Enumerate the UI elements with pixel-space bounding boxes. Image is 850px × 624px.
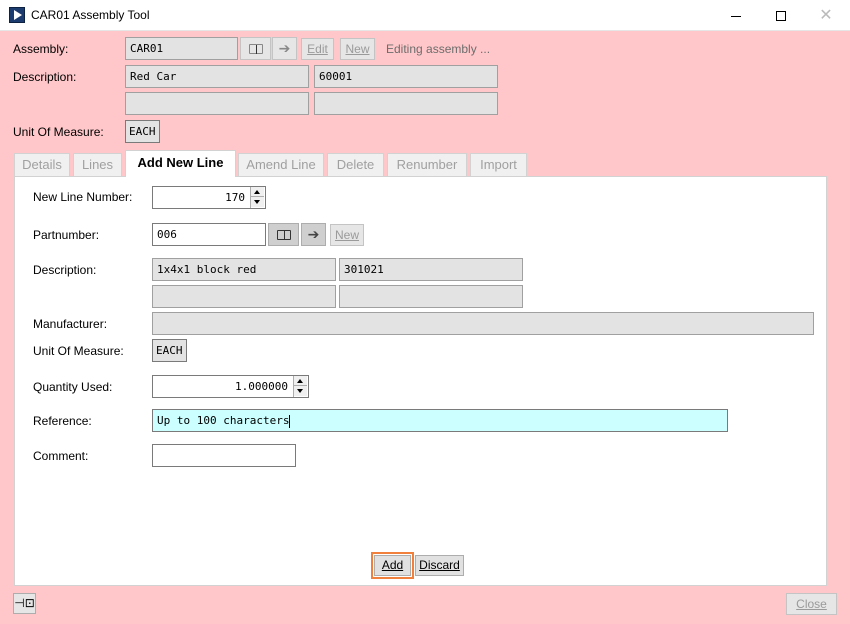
comment-label: Comment: (33, 449, 89, 463)
arrow-right-icon: ➔ (278, 40, 291, 56)
part-description-field-1[interactable]: 1x4x1 block red (152, 258, 336, 281)
title-bar: CAR01 Assembly Tool ✕ (0, 0, 850, 31)
line-number-label: New Line Number: (33, 190, 133, 204)
spin-up-icon[interactable] (251, 187, 264, 197)
quantity-input[interactable]: 1.000000 (152, 375, 309, 398)
book-icon (276, 229, 291, 240)
book-icon (248, 43, 263, 54)
comment-input[interactable] (152, 444, 296, 467)
tab-amend-line[interactable]: Amend Line (238, 153, 324, 176)
edit-assembly-button[interactable]: Edit (301, 38, 334, 60)
close-window-button[interactable]: ✕ (803, 0, 849, 31)
quantity-label: Quantity Used: (33, 380, 113, 394)
spin-up-icon[interactable] (294, 376, 307, 386)
line-number-spinner[interactable] (250, 187, 264, 208)
assembly-field[interactable]: CAR01 (125, 37, 238, 60)
tab-details[interactable]: Details (14, 153, 70, 176)
app-icon (9, 7, 25, 23)
description-field-1[interactable]: Red Car (125, 65, 309, 88)
discard-button[interactable]: Discard (415, 555, 464, 576)
close-icon: ✕ (819, 7, 833, 24)
tab-delete[interactable]: Delete (327, 153, 384, 176)
close-button[interactable]: Close (786, 593, 837, 615)
description-field-2[interactable]: 60001 (314, 65, 498, 88)
pin-icon: ⊣⊡ (14, 596, 35, 610)
part-description-field-2[interactable]: 301021 (339, 258, 523, 281)
assembly-go-button[interactable]: ➔ (272, 37, 297, 60)
assembly-lookup-button[interactable] (240, 37, 271, 60)
manufacturer-field[interactable] (152, 312, 814, 335)
reference-input[interactable]: Up to 100 characters (152, 409, 728, 432)
maximize-icon (776, 11, 786, 22)
text-caret (289, 414, 291, 428)
spin-down-icon[interactable] (251, 197, 264, 207)
tab-lines[interactable]: Lines (73, 153, 122, 176)
status-text: Editing assembly ... (386, 42, 491, 56)
spin-down-icon[interactable] (294, 386, 307, 396)
line-number-input[interactable]: 170 (152, 186, 266, 209)
part-uom-label: Unit Of Measure: (33, 344, 124, 358)
quantity-spinner[interactable] (293, 376, 307, 397)
part-uom-value: EACH (152, 339, 187, 362)
description-field-4[interactable] (314, 92, 498, 115)
reference-label: Reference: (33, 414, 92, 428)
assembly-label: Assembly: (13, 42, 69, 56)
tab-renumber[interactable]: Renumber (387, 153, 467, 176)
part-description-field-4[interactable] (339, 285, 523, 308)
new-part-button[interactable]: New (330, 224, 364, 246)
minimize-icon (731, 15, 741, 17)
tab-add-new-line[interactable]: Add New Line (125, 150, 236, 177)
part-description-field-3[interactable] (152, 285, 336, 308)
maximize-button[interactable] (758, 0, 804, 31)
window-title: CAR01 Assembly Tool (31, 8, 150, 22)
partnumber-label: Partnumber: (33, 228, 100, 242)
pin-button[interactable]: ⊣⊡ (13, 593, 36, 614)
description-field-3[interactable] (125, 92, 309, 115)
add-button[interactable]: Add (374, 555, 411, 576)
uom-value: EACH (125, 120, 160, 143)
partnumber-go-button[interactable]: ➔ (301, 223, 326, 246)
uom-label: Unit Of Measure: (13, 125, 104, 139)
arrow-right-icon: ➔ (307, 226, 320, 242)
add-line-panel (14, 176, 827, 586)
part-description-label: Description: (33, 263, 97, 277)
description-label: Description: (13, 70, 77, 84)
minimize-button[interactable] (713, 0, 759, 31)
tab-import[interactable]: Import (470, 153, 527, 176)
partnumber-lookup-button[interactable] (268, 223, 299, 246)
manufacturer-label: Manufacturer: (33, 317, 108, 331)
partnumber-input[interactable]: 006 (152, 223, 266, 246)
new-assembly-button[interactable]: New (340, 38, 375, 60)
